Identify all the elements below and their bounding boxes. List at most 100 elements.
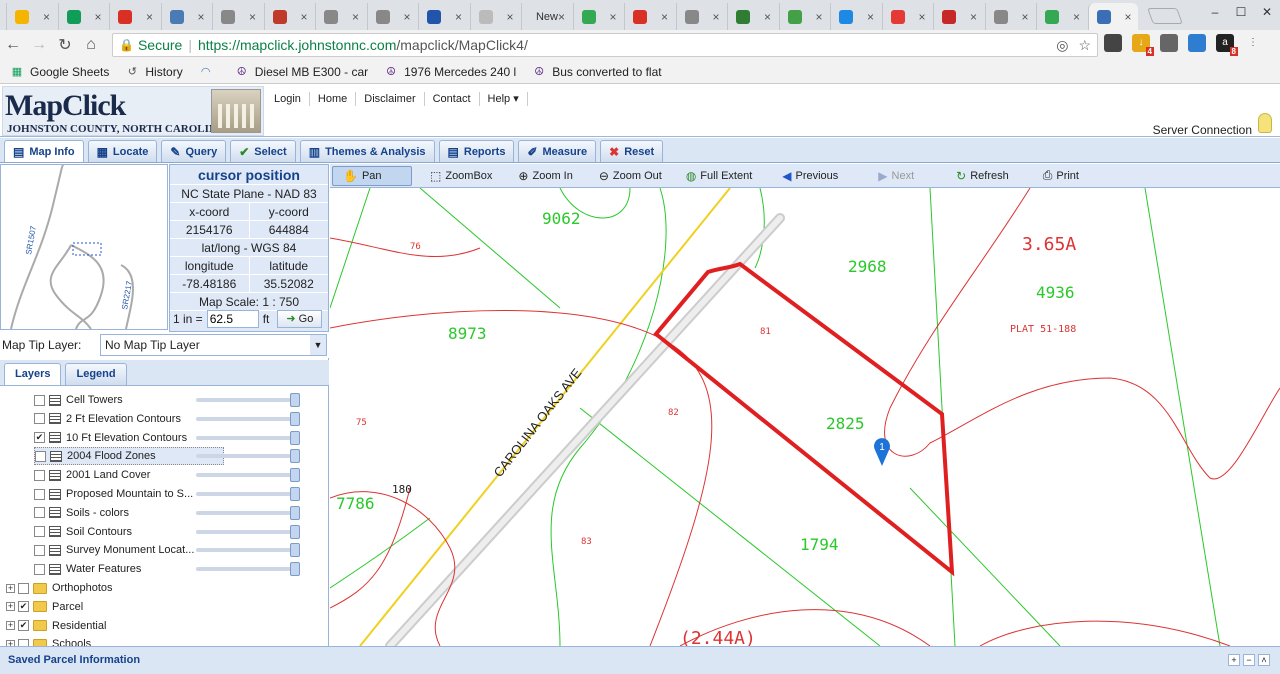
browser-tab[interactable]: × (469, 3, 520, 30)
close-tab-icon[interactable]: × (146, 10, 153, 24)
slider-thumb[interactable] (290, 393, 300, 407)
tab-select[interactable]: ✔ Select (230, 140, 296, 162)
browser-tab[interactable]: × (366, 3, 417, 30)
layer-checkbox[interactable]: ✔ (18, 620, 29, 632)
browser-tab[interactable]: × (212, 3, 262, 30)
home-icon[interactable]: ⌂ (78, 36, 104, 54)
back-icon[interactable]: ← (0, 36, 26, 54)
toolbar-next-button[interactable]: ▶ Next (868, 166, 924, 186)
close-tab-icon[interactable]: × (197, 10, 204, 24)
layer-checkbox[interactable] (18, 638, 29, 646)
browser-tab[interactable]: × (778, 3, 829, 30)
toolbar-print-button[interactable]: ⎙ Print (1033, 166, 1089, 186)
close-tab-icon[interactable]: × (661, 10, 668, 24)
browser-tab[interactable]: × (263, 3, 314, 30)
layer-checkbox[interactable] (34, 544, 45, 556)
new-tab-button[interactable] (1147, 8, 1183, 24)
layer-checkbox[interactable] (34, 563, 45, 575)
browser-tab[interactable]: × (572, 3, 623, 30)
layer-checkbox[interactable] (34, 507, 45, 519)
opacity-slider[interactable] (196, 411, 300, 426)
close-tab-icon[interactable]: × (558, 10, 565, 24)
layer-checkbox[interactable] (35, 450, 46, 462)
browser-tab[interactable]: × (984, 3, 1035, 30)
nav-link-help[interactable]: Help ▾ (480, 92, 528, 106)
tab-themes-analysis[interactable]: ▥ Themes & Analysis (299, 140, 435, 162)
toolbar-zoom-out-button[interactable]: ⊖ Zoom Out (589, 166, 672, 186)
close-window-icon[interactable]: ✕ (1254, 0, 1280, 24)
expand-icon[interactable]: + (6, 602, 15, 612)
browser-tab[interactable]: × (1087, 3, 1138, 30)
close-tab-icon[interactable]: × (403, 10, 410, 24)
toolbar-zoom-in-button[interactable]: ⊕ Zoom In (508, 166, 582, 186)
minimize-icon[interactable]: – (1202, 0, 1228, 24)
browser-tab[interactable]: × (933, 3, 983, 30)
nav-link-login[interactable]: Login (266, 92, 310, 106)
browser-tab[interactable]: × (109, 3, 159, 30)
nav-link-home[interactable]: Home (310, 92, 357, 106)
close-tab-icon[interactable]: × (455, 10, 462, 24)
bookmark-item[interactable]: ☮ Diesel MB E300 - car (235, 65, 368, 79)
slider-thumb[interactable] (290, 543, 300, 558)
close-tab-icon[interactable]: × (815, 10, 822, 24)
chevron-down-icon[interactable]: ▼ (310, 335, 326, 355)
layer-group-row[interactable]: + ✔ Residential (6, 617, 316, 635)
opacity-slider[interactable] (196, 524, 300, 539)
maximize-panel-icon[interactable]: ˄ (1258, 654, 1270, 666)
close-tab-icon[interactable]: × (506, 10, 513, 24)
close-tab-icon[interactable]: × (970, 10, 977, 24)
go-button[interactable]: ➜ Go (277, 310, 323, 328)
close-tab-icon[interactable]: × (1124, 10, 1131, 24)
layer-group-row[interactable]: + Schools (6, 635, 316, 646)
close-tab-icon[interactable]: × (300, 10, 307, 24)
nav-link-contact[interactable]: Contact (425, 92, 480, 106)
close-tab-icon[interactable]: × (867, 10, 874, 24)
toolbar-previous-button[interactable]: ◀ Previous (772, 166, 848, 186)
tab-locate[interactable]: ▦ Locate (87, 140, 158, 162)
opacity-slider[interactable] (196, 543, 300, 558)
tab-layers[interactable]: Layers (4, 363, 62, 385)
collapse-icon[interactable]: − (1243, 654, 1255, 666)
layer-checkbox[interactable]: ✔ (18, 601, 29, 613)
close-tab-icon[interactable]: × (249, 10, 256, 24)
close-tab-icon[interactable]: × (712, 10, 719, 24)
tab-reset[interactable]: ✖ Reset (600, 140, 664, 162)
layer-checkbox[interactable] (18, 582, 29, 594)
url-input[interactable]: 🔒 Secure | https://mapclick.johnstonnc.c… (112, 33, 1098, 57)
layer-checkbox[interactable] (34, 413, 45, 425)
close-tab-icon[interactable]: × (94, 10, 101, 24)
slider-thumb[interactable] (290, 562, 300, 577)
expand-icon[interactable]: + (1228, 654, 1240, 666)
browser-tab[interactable]: × (881, 3, 932, 30)
toolbar-refresh-button[interactable]: ↻ Refresh (946, 166, 1019, 186)
layer-checkbox[interactable]: ✔ (34, 432, 45, 444)
bookmark-item[interactable]: ◠ (199, 65, 219, 79)
reload-icon[interactable]: ↻ (52, 35, 78, 55)
browser-tab[interactable]: × (6, 3, 56, 30)
layer-group-row[interactable]: + Orthophotos (6, 579, 316, 597)
nav-link-disclaimer[interactable]: Disclaimer (356, 92, 425, 106)
browser-tab[interactable]: × (727, 3, 777, 30)
slider-thumb[interactable] (290, 449, 300, 464)
opacity-slider[interactable] (196, 468, 300, 483)
browser-tab[interactable]: × (830, 3, 880, 30)
layer-checkbox[interactable] (34, 526, 45, 538)
opacity-slider[interactable] (196, 449, 300, 464)
map-canvas[interactable]: CAROLINA OAKS AVE 9062 2968 4936 8973 2825 17… (330, 188, 1280, 646)
expand-icon[interactable]: + (6, 621, 15, 631)
browser-tab[interactable]: × (315, 3, 365, 30)
slider-thumb[interactable] (290, 468, 300, 483)
browser-tab[interactable]: × (1036, 3, 1086, 30)
map-tip-select[interactable]: No Map Tip Layer ▼ (100, 334, 327, 356)
close-tab-icon[interactable]: × (352, 10, 359, 24)
close-tab-icon[interactable]: × (918, 10, 925, 24)
download-icon[interactable]: ↓ 4 (1132, 34, 1154, 56)
opacity-slider[interactable] (196, 562, 300, 577)
browser-tab[interactable]: New × (521, 3, 571, 30)
browser-tab[interactable]: × (624, 3, 674, 30)
tab-map-info[interactable]: ▤ Map Info (4, 140, 84, 162)
toolbar-pan-button[interactable]: ✋ Pan (332, 165, 412, 186)
close-tab-icon[interactable]: × (1073, 10, 1080, 24)
forward-icon[interactable]: → (26, 36, 52, 54)
location-marker[interactable]: 1 (873, 438, 890, 466)
